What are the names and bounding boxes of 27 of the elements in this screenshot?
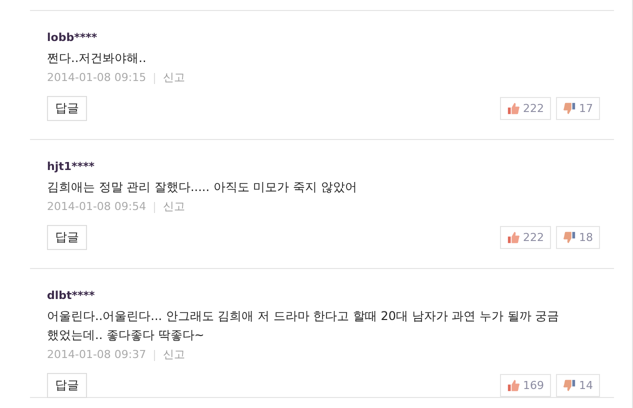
username: lobb**** <box>47 30 98 46</box>
dislike-button[interactable]: 14 <box>556 374 600 397</box>
timestamp: 2014-01-08 09:54 <box>47 199 146 215</box>
thumbs-down-icon <box>563 379 576 392</box>
reply-button[interactable]: 답글 <box>47 373 87 398</box>
comment-text: 어울린다..어울린다... 안그래도 김희애 저 드라마 한다고 할때 20대 남자가 과연 누가 될까 궁금했었는데.. 좋다좋다 딱좋다~ <box>47 308 560 344</box>
username: hjt1**** <box>47 159 95 175</box>
comment-text: 김희애는 정말 관리 잘했다..... 아직도 미모가 죽지 않았어 <box>47 179 357 196</box>
thumbs-up-icon <box>507 379 520 392</box>
reply-button[interactable]: 답글 <box>47 225 87 250</box>
thumbs-down-icon <box>563 102 576 115</box>
reply-button[interactable]: 답글 <box>47 96 87 121</box>
timestamp: 2014-01-08 09:15 <box>47 70 146 86</box>
like-button[interactable]: 222 <box>500 226 551 249</box>
username: dlbt**** <box>47 288 95 304</box>
report-link[interactable]: 신고 <box>163 199 186 215</box>
thumbs-up-icon <box>507 102 520 115</box>
like-button[interactable]: 222 <box>500 97 551 120</box>
report-link[interactable]: 신고 <box>163 347 186 363</box>
report-link[interactable]: 신고 <box>163 70 186 86</box>
dislike-button[interactable]: 17 <box>556 97 600 120</box>
dislike-button[interactable]: 18 <box>556 226 600 249</box>
thumbs-up-icon <box>507 231 520 244</box>
comment-text: 쩐다..저건봐야해.. <box>47 50 146 67</box>
like-button[interactable]: 169 <box>500 374 551 397</box>
thumbs-down-icon <box>563 231 576 244</box>
timestamp: 2014-01-08 09:37 <box>47 347 146 363</box>
